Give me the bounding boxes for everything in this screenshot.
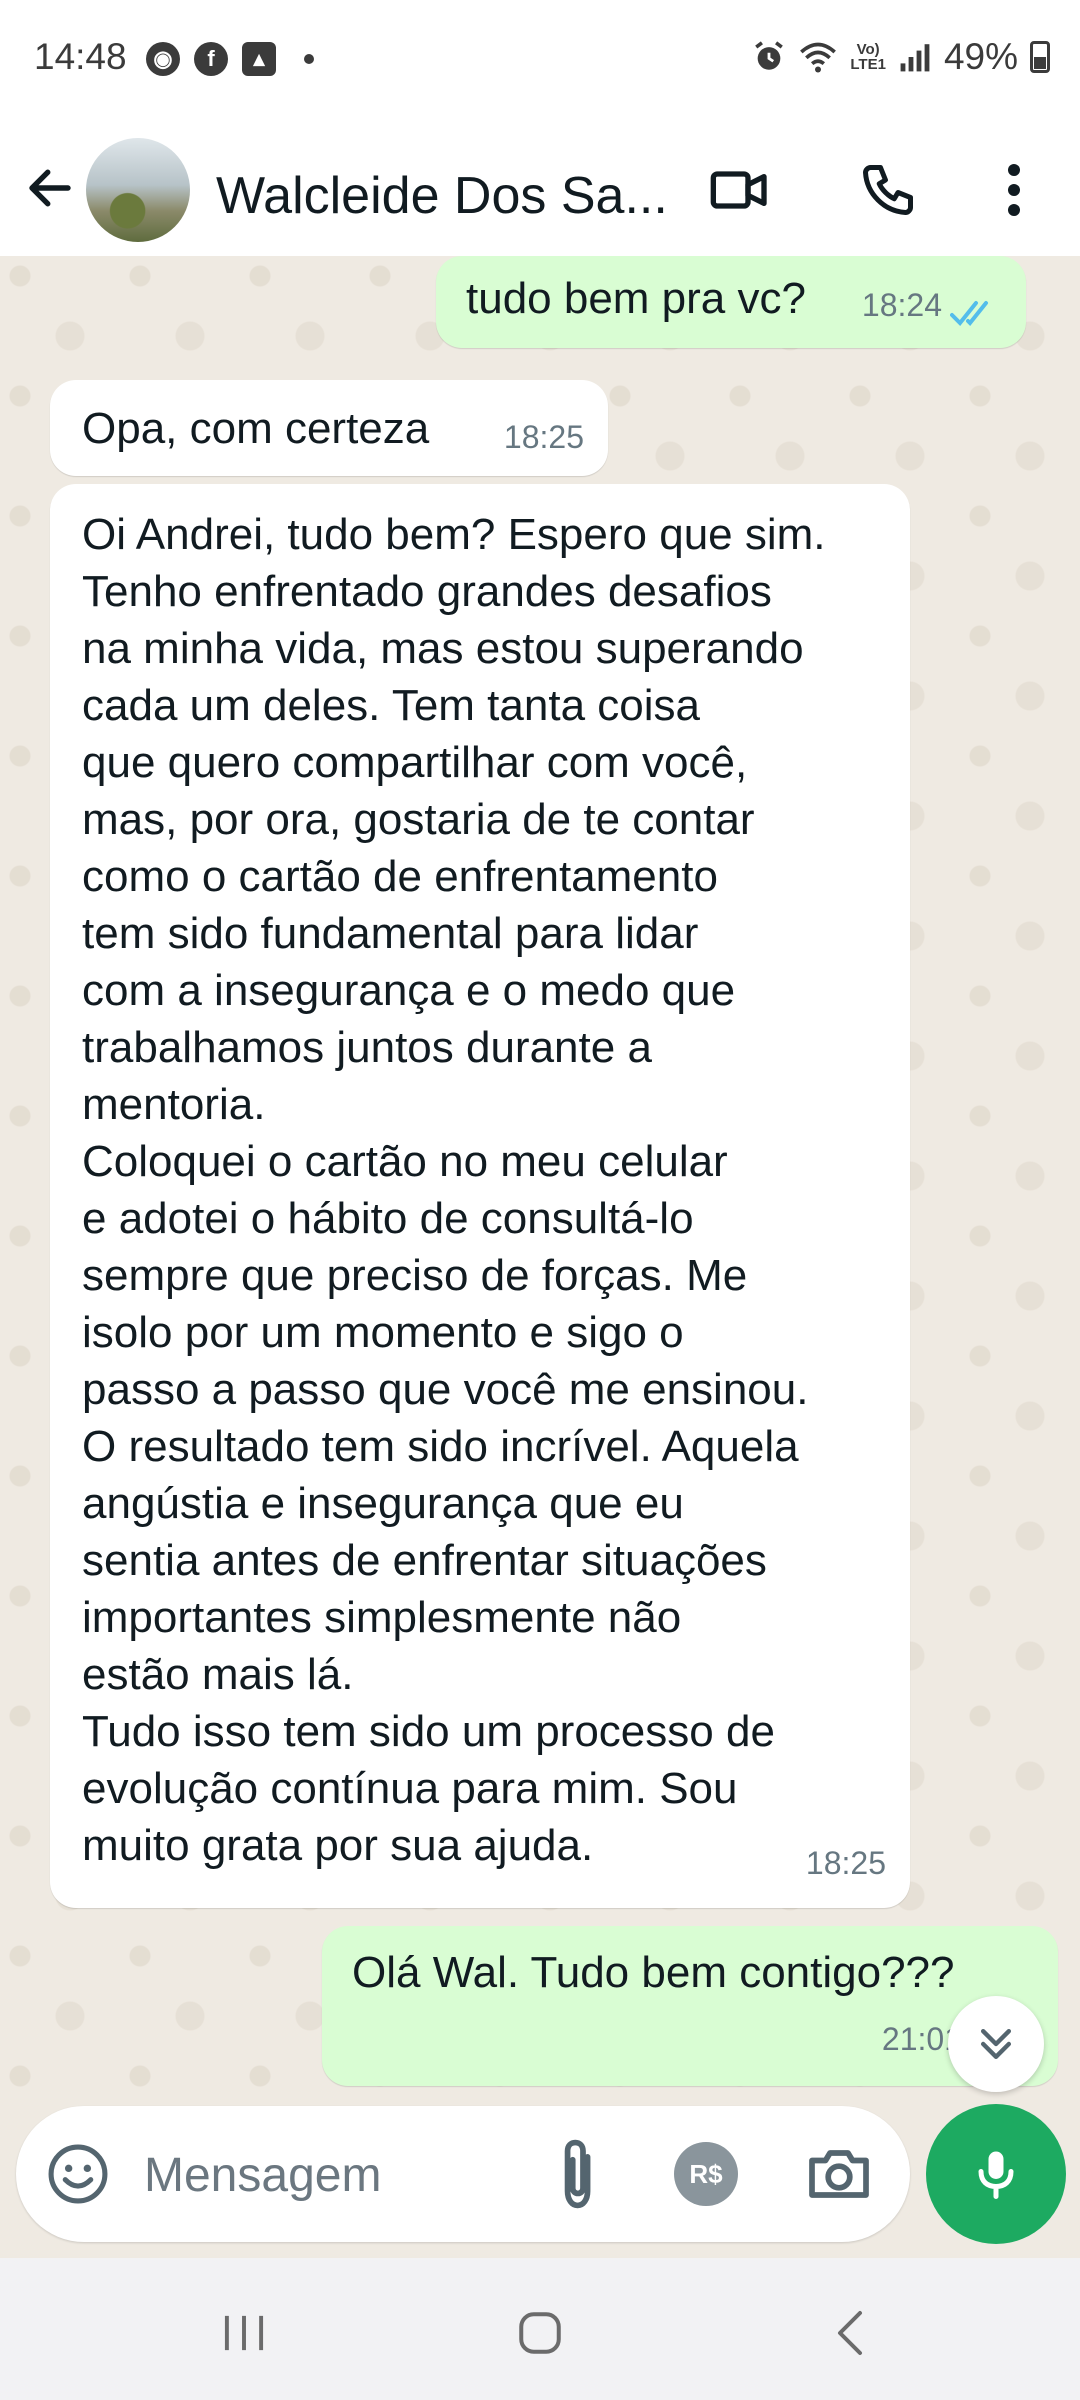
volte-label: Vo) [856, 41, 880, 58]
message-input[interactable] [142, 2136, 446, 2214]
more-notifications-dot-icon [304, 54, 314, 64]
chevron-double-down-icon [980, 2028, 1012, 2060]
microphone-icon [978, 2151, 1014, 2199]
contact-avatar[interactable] [86, 138, 190, 242]
message-bubble-incoming[interactable]: Opa, com certeza 18:25 [50, 380, 608, 476]
chrome-notification-icon: ◉ [146, 42, 180, 76]
scroll-to-bottom-button[interactable] [948, 1996, 1044, 2092]
volte-indicator: Vo) LTE1 [850, 42, 886, 72]
voice-call-button[interactable] [848, 150, 928, 230]
message-text: Olá Wal. Tudo bem contigo??? [352, 1948, 955, 1997]
battery-icon [1030, 41, 1050, 73]
attach-button[interactable] [544, 2134, 614, 2214]
camera-icon [809, 2150, 869, 2198]
nav-back-button[interactable] [810, 2298, 890, 2368]
double-check-icon [950, 301, 988, 326]
system-indicators: Vo) LTE1 49% [752, 36, 1050, 78]
message-time: 18:24 [861, 287, 942, 323]
chat-header: Walcleide Dos Sa... [0, 120, 1080, 257]
facebook-notification-icon: f [194, 42, 228, 76]
back-arrow-icon [29, 169, 71, 207]
status-bar: 14:48 ◉ f ▴ Vo) LTE1 49% [0, 0, 1080, 120]
message-composer: R$ [16, 2106, 910, 2242]
nav-back-icon [838, 2311, 862, 2355]
voice-message-button[interactable] [926, 2104, 1066, 2244]
more-options-icon [1008, 164, 1020, 216]
signal-icon [900, 44, 930, 72]
emoji-button[interactable] [44, 2140, 112, 2208]
status-time: 14:48 [34, 36, 127, 77]
paperclip-icon [564, 2139, 591, 2209]
camera-button[interactable] [802, 2138, 876, 2210]
wifi-icon [800, 42, 837, 73]
more-options-button[interactable] [974, 150, 1054, 230]
message-time: 18:25 [503, 419, 584, 455]
alarm-icon [755, 41, 784, 70]
payment-button[interactable]: R$ [674, 2142, 738, 2206]
back-button[interactable] [18, 150, 82, 226]
video-call-icon [710, 171, 767, 209]
message-bubble-incoming-long[interactable]: Oi Andrei, tudo bem? Espero que sim. Ten… [50, 484, 910, 1908]
contact-name[interactable]: Walcleide Dos Sa... [216, 166, 676, 226]
lte-label: LTE1 [850, 56, 886, 73]
recent-apps-button[interactable] [204, 2298, 284, 2368]
home-button[interactable] [500, 2298, 580, 2368]
home-icon [519, 2312, 561, 2354]
video-call-button[interactable] [700, 150, 780, 230]
message-bubble-outgoing[interactable]: Olá Wal. Tudo bem contigo??? 21:01 [322, 1926, 1058, 2086]
chat-messages[interactable]: tudo bem pra vc? 18:24 Opa, com certeza … [0, 256, 1080, 2100]
battery-percent: 49% [943, 36, 1018, 77]
message-bubble-outgoing[interactable]: tudo bem pra vc? 18:24 [436, 256, 1026, 348]
message-text: Oi Andrei, tudo bem? Espero que sim. Ten… [82, 510, 826, 1870]
notification-icons: ◉ f ▴ [146, 42, 314, 76]
phone-icon [863, 165, 913, 215]
gallery-notification-icon: ▴ [242, 42, 276, 76]
recent-apps-icon [224, 2315, 264, 2351]
message-time: 18:25 [805, 1845, 886, 1881]
system-navigation-bar [0, 2258, 1080, 2400]
emoji-icon [48, 2144, 108, 2204]
message-text: Opa, com certeza [82, 404, 430, 453]
